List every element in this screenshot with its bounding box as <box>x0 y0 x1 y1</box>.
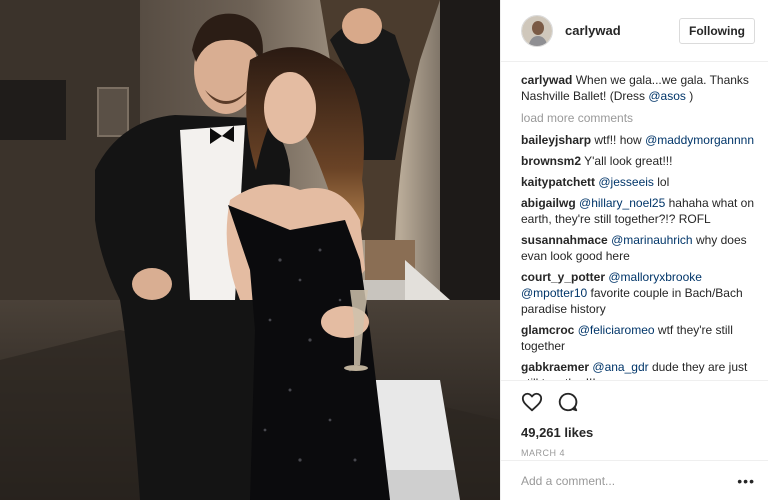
comment-text-end: lol <box>653 175 670 189</box>
post-header: carlywad Following <box>501 0 768 62</box>
post-sidebar: carlywad Following carlywad When we gala… <box>500 0 768 500</box>
comment-item: abigailwg @hillary_noel25 hahaha what on… <box>521 195 755 227</box>
likes-count[interactable]: 49,261 likes <box>521 425 755 440</box>
comment-mention[interactable]: @feliciaromeo <box>578 323 655 337</box>
caption-username[interactable]: carlywad <box>521 73 572 87</box>
post-photo[interactable] <box>0 0 500 500</box>
caption-mention[interactable]: @asos <box>648 89 686 103</box>
comment-item: gabkraemer @ana_gdr dude they are just s… <box>521 359 755 380</box>
comment-username[interactable]: kaitypatchett <box>521 175 595 189</box>
load-more-comments-link[interactable]: load more comments <box>521 110 755 126</box>
comment-item: glamcroc @feliciaromeo wtf they're still… <box>521 322 755 354</box>
username[interactable]: carlywad <box>565 23 679 38</box>
comment-mention[interactable]: @marinauhrich <box>611 233 693 247</box>
comment-mention[interactable]: @ana_gdr <box>592 360 648 374</box>
heart-icon[interactable] <box>521 391 543 413</box>
comment-mention[interactable]: @maddymorgannnn <box>645 133 754 147</box>
avatar[interactable] <box>521 14 553 47</box>
comment-username[interactable]: baileyjsharp <box>521 133 591 147</box>
comment-username[interactable]: gabkraemer <box>521 360 589 374</box>
comment-username[interactable]: susannahmace <box>521 233 608 247</box>
comment-item: brownsm2 Y'all look great!!! <box>521 153 755 169</box>
post-actions: 49,261 likes MARCH 4 <box>501 380 768 470</box>
comment-username[interactable]: brownsm2 <box>521 154 581 168</box>
comment-item: court_y_potter @malloryxbrooke @mpotter1… <box>521 269 755 317</box>
caption-text-end: ) <box>685 89 694 103</box>
more-options-icon[interactable]: ••• <box>737 473 755 489</box>
comment-icon[interactable] <box>557 391 579 413</box>
comments-section[interactable]: carlywad When we gala...we gala. Thanks … <box>501 62 768 380</box>
add-comment-input[interactable] <box>521 473 738 488</box>
comment-username[interactable]: court_y_potter <box>521 270 605 284</box>
instagram-post: carlywad Following carlywad When we gala… <box>0 0 768 500</box>
add-comment-bar: ••• <box>501 460 768 500</box>
comment-text: Y'all look great!!! <box>584 154 673 168</box>
post-date[interactable]: MARCH 4 <box>521 448 755 458</box>
comment-item: susannahmace @marinauhrich why does evan… <box>521 232 755 264</box>
comment-username[interactable]: glamcroc <box>521 323 574 337</box>
action-icons-row <box>521 391 755 413</box>
avatar-image <box>522 15 552 46</box>
couple-gala-photo <box>0 0 500 500</box>
comment-item: kaitypatchett @jesseeis lol <box>521 174 755 190</box>
following-button[interactable]: Following <box>679 17 755 44</box>
caption: carlywad When we gala...we gala. Thanks … <box>521 72 755 104</box>
comment-mention[interactable]: @jesseeis <box>598 175 654 189</box>
comment-username[interactable]: abigailwg <box>521 196 576 210</box>
comment-mention[interactable]: @hillary_noel25 <box>579 196 665 210</box>
comment-text: wtf!! how <box>594 133 642 147</box>
comment-item: baileyjsharp wtf!! how @maddymorgannnn <box>521 132 755 148</box>
